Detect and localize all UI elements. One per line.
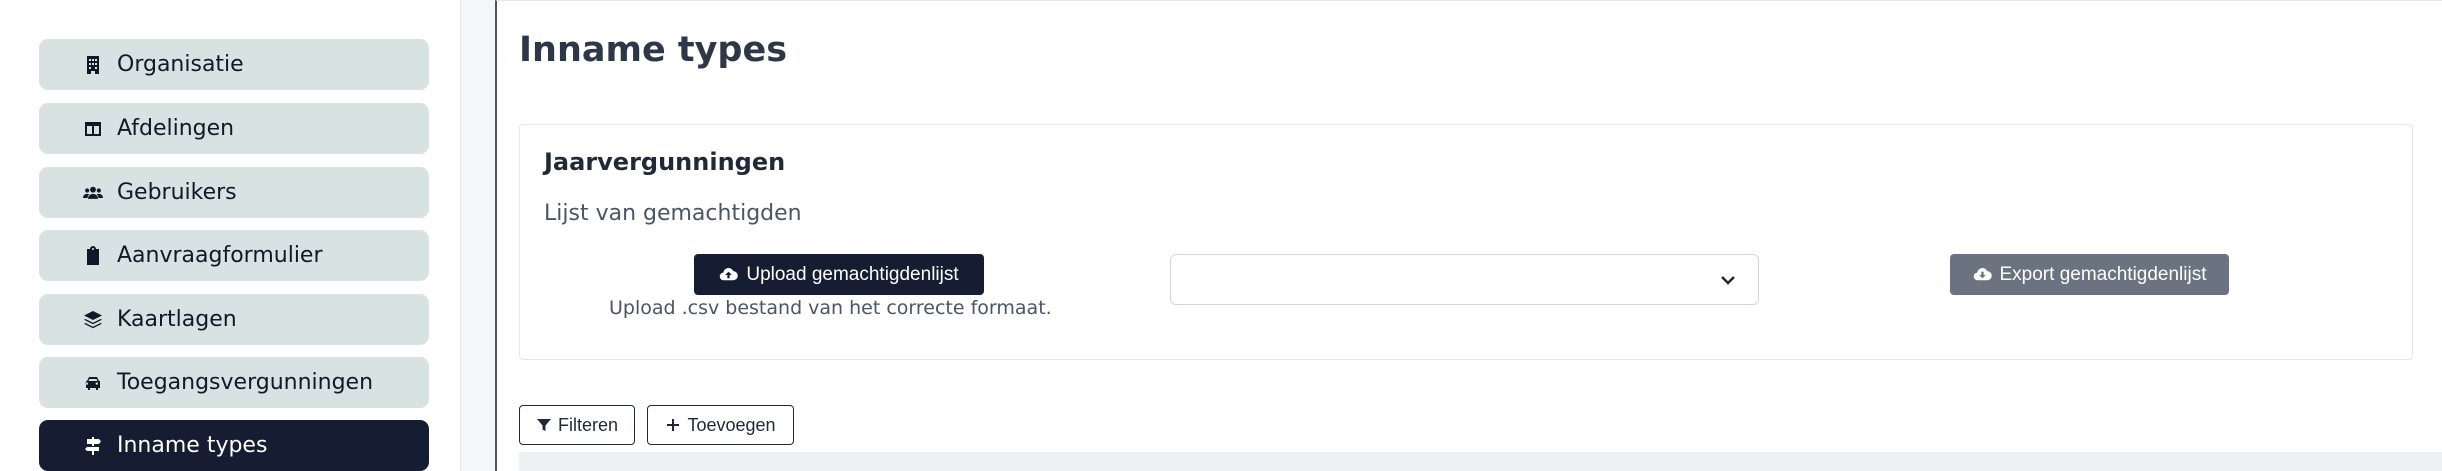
sidebar-item-label: Afdelingen [117,116,235,141]
layers-icon [81,308,105,332]
clipboard-icon [81,244,105,268]
sidebar-item-label: Aanvraagformulier [117,243,323,268]
gemachtigdenlijst-select[interactable] [1170,254,1759,305]
card-subtitle: Lijst van gemachtigden [544,201,802,226]
upload-button-label: Upload gemachtigdenlijst [746,263,959,285]
sidebar-item-gebruikers[interactable]: Gebruikers [39,167,429,218]
sidebar-item-label: Inname types [117,433,268,458]
jaarvergunningen-card [519,124,2413,360]
sidebar-item-afdelingen[interactable]: Afdelingen [39,103,429,154]
sidebar-item-kaartlagen[interactable]: Kaartlagen [39,294,429,345]
building-icon [81,53,105,77]
filter-button[interactable]: Filteren [519,405,635,445]
sidebar-item-toegangsvergunningen[interactable]: Toegangsvergunningen [39,357,429,408]
car-icon [81,371,105,395]
upload-help-text: Upload .csv bestand van het correcte for… [609,297,1052,319]
sidebar-item-label: Toegangsvergunningen [117,370,374,395]
cloud-upload-icon [720,268,739,281]
sidebar-item-aanvraagformulier[interactable]: Aanvraagformulier [39,230,429,281]
sidebar: Organisatie Afdelingen Gebruikers Aanvra… [0,0,461,471]
add-button-label: Toevoegen [687,414,776,435]
card-title: Jaarvergunningen [544,148,786,176]
plus-icon [665,417,681,433]
upload-gemachtigdenlijst-button[interactable]: Upload gemachtigdenlijst [694,254,984,295]
filter-button-label: Filteren [557,414,619,435]
export-button-label: Export gemachtigdenlijst [1999,263,2207,285]
users-icon [81,181,105,205]
signs-post-icon [81,434,105,458]
table-header [519,452,2442,471]
export-gemachtigdenlijst-button[interactable]: Export gemachtigdenlijst [1950,254,2229,295]
sidebar-item-organisatie[interactable]: Organisatie [39,39,429,90]
cloud-download-icon [1973,268,1992,281]
sidebar-item-inname-types[interactable]: Inname types [39,420,429,471]
sidebar-item-label: Gebruikers [117,180,237,205]
add-button[interactable]: Toevoegen [647,405,794,445]
filter-icon [536,417,552,433]
sidebar-item-label: Organisatie [117,52,244,77]
page-title: Inname types [519,30,788,70]
table-columns-icon [81,117,105,141]
chevron-down-icon [1718,270,1738,290]
sidebar-item-label: Kaartlagen [117,307,237,332]
